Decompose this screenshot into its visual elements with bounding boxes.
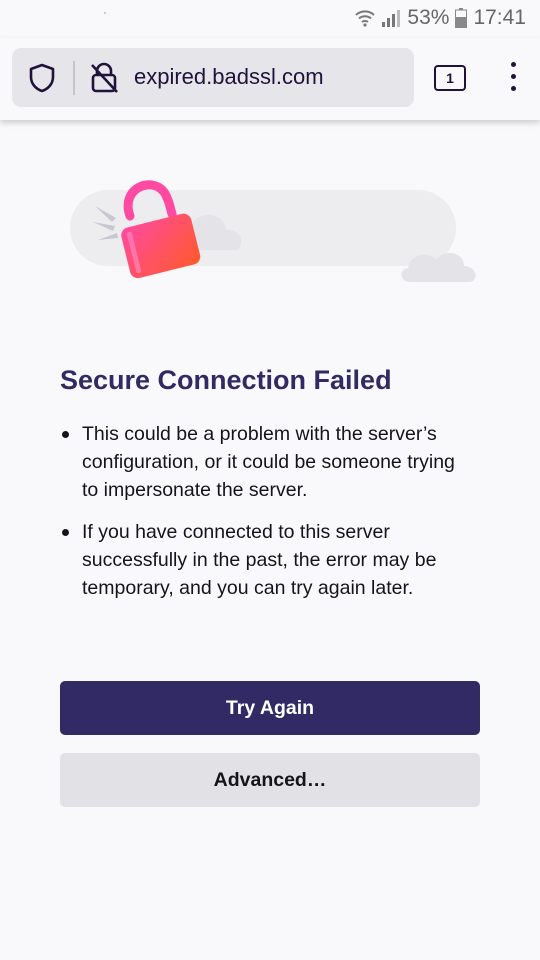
battery-icon	[455, 8, 468, 28]
error-description-list: This could be a problem with the server’…	[60, 420, 460, 616]
error-title: Secure Connection Failed	[60, 365, 392, 395]
list-item: This could be a problem with the server’…	[60, 420, 460, 504]
advanced-button[interactable]: Advanced…	[60, 753, 480, 807]
url-bar[interactable]: expired.badssl.com	[12, 48, 414, 107]
broken-lock-icon[interactable]	[89, 62, 119, 94]
signal-icon	[382, 10, 401, 27]
wifi-icon	[355, 10, 376, 27]
browser-toolbar: expired.badssl.com 1	[0, 38, 540, 120]
url-divider	[73, 61, 75, 95]
battery-percent: 53%	[407, 6, 450, 29]
overflow-menu-icon[interactable]	[503, 60, 523, 94]
status-icons: 53% 17:41	[355, 6, 526, 30]
broken-lock-illustration	[70, 180, 476, 282]
tab-counter-button[interactable]: 1	[434, 65, 466, 91]
status-dot	[104, 12, 106, 14]
list-item: If you have connected to this server suc…	[60, 518, 460, 602]
status-bar: 53% 17:41	[0, 0, 540, 38]
shield-icon[interactable]	[28, 63, 56, 93]
try-again-button[interactable]: Try Again	[60, 681, 480, 735]
clock: 17:41	[473, 6, 526, 29]
url-text[interactable]: expired.badssl.com	[134, 64, 324, 90]
